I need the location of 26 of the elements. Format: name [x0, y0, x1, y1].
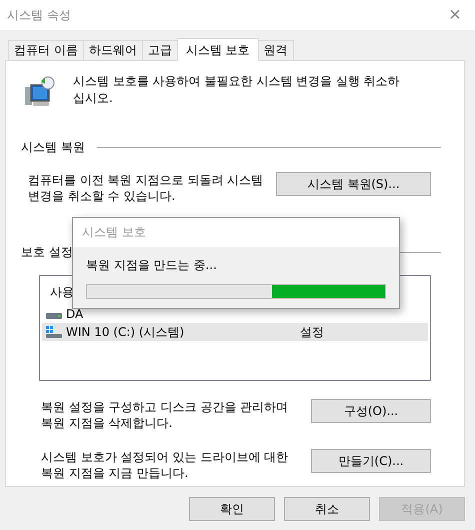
system-restore-button[interactable]: 시스템 복원(S)...: [276, 172, 431, 196]
tab[interactable]: 시스템 보호: [176, 38, 259, 61]
computer-restore-icon: [23, 75, 57, 109]
window-title: 시스템 속성: [7, 6, 71, 24]
dialog-button[interactable]: 취소: [284, 497, 370, 521]
create-button[interactable]: 만들기(C)...: [311, 449, 431, 473]
intro-text: 시스템 보호를 사용하여 불필요한 시스템 변경을 실행 취소하십시오.: [73, 73, 401, 107]
section-heading: 보호 설정: [21, 244, 73, 261]
section-heading: 시스템 복원: [21, 139, 85, 156]
drive-name: WIN 10 (C:) (시스템): [66, 324, 186, 340]
drive-name: DA: [66, 307, 84, 321]
restore-description: 컴퓨터를 이전 복원 지점으로 되돌려 시스템 변경을 취소할 수 있습니다.: [28, 172, 264, 204]
dialog-button[interactable]: 확인: [189, 497, 275, 521]
configure-description: 복원 설정을 구성하고 디스크 공간을 관리하며 복원 지점을 삭제합니다.: [41, 399, 290, 431]
drive-row[interactable]: DA: [42, 305, 428, 323]
configure-button[interactable]: 구성(O)...: [311, 399, 431, 423]
column-header: 사용: [50, 284, 74, 300]
tab[interactable]: 컴퓨터 이름: [8, 40, 84, 60]
tab[interactable]: 원격: [258, 40, 294, 60]
close-button[interactable]: ×: [435, 0, 475, 30]
drive-row[interactable]: WIN 10 (C:) (시스템) 설정: [42, 323, 428, 341]
system-drive-icon: [46, 326, 62, 338]
create-description: 시스템 보호가 설정되어 있는 드라이브에 대한 복원 지점을 지금 만듭니다.: [41, 449, 290, 481]
progress-message: 복원 지점을 만드는 중...: [86, 257, 218, 274]
protection-status: 설정: [300, 324, 324, 340]
dialog-title: 시스템 보호: [82, 224, 146, 241]
